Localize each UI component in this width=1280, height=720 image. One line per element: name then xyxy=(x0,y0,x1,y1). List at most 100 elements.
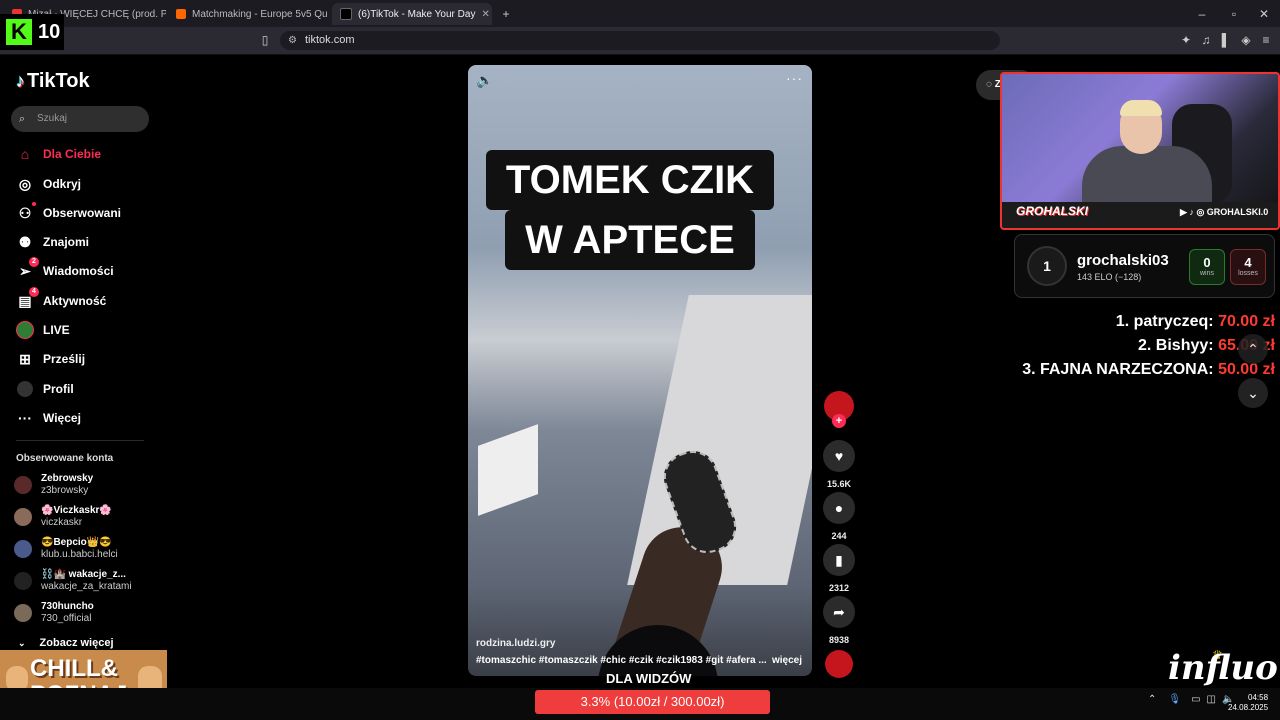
menu-icon[interactable]: ≡ xyxy=(1258,32,1274,48)
caption-line: W APTECE xyxy=(505,210,755,270)
nav-more[interactable]: ··· Więcej xyxy=(16,407,81,429)
new-tab-icon[interactable]: + xyxy=(498,6,514,22)
previous-video-button[interactable]: ⌃ xyxy=(1238,334,1268,364)
close-icon[interactable]: ✕ xyxy=(475,9,489,20)
search-icon: ⌕ xyxy=(19,113,26,125)
share-arrow-icon[interactable]: ➦ xyxy=(823,596,855,628)
faceit-icon xyxy=(176,9,186,19)
nav-live[interactable]: LIVE xyxy=(16,319,70,341)
chevron-down-icon: ⌄ xyxy=(1247,384,1259,401)
sidebar-divider xyxy=(16,440,144,441)
next-video-button[interactable]: ⌄ xyxy=(1238,378,1268,408)
losses-label: losses xyxy=(1238,270,1258,277)
account-handle: z3browsky xyxy=(41,485,89,496)
followed-account[interactable]: 730huncho 730_official xyxy=(14,599,94,627)
streamer-logo: GROHALSKI xyxy=(1016,204,1088,218)
followed-account[interactable]: 😎Bepcio👑😎 klub.u.babci.helci xyxy=(14,535,118,563)
site-info-icon[interactable]: ⚙ xyxy=(288,31,297,50)
nav-for-you[interactable]: ⌂ Dla Ciebie xyxy=(16,143,101,165)
social-handle: GROHALSKI.0 xyxy=(1206,207,1269,217)
like-count: 15.6K xyxy=(826,479,852,489)
nav-friends[interactable]: ⚉ Znajomi xyxy=(16,231,89,253)
bookmark-icon[interactable]: ▮ xyxy=(823,544,855,576)
browser-tab[interactable]: Matchmaking - Europe 5v5 Queue - xyxy=(168,3,328,25)
account-handle: klub.u.babci.helci xyxy=(41,549,118,560)
nav-upload[interactable]: ⊞ Prześlij xyxy=(16,348,85,370)
follow-button[interactable]: + xyxy=(832,414,846,428)
donor-row: 1. patryczeq: 70.00 zł xyxy=(990,310,1275,334)
video-scene xyxy=(478,424,538,516)
heart-icon[interactable]: ♥ xyxy=(823,440,855,472)
instagram-icon: ◎ xyxy=(1196,207,1207,217)
tab-label: (6)TikTok - Make Your Day xyxy=(358,8,476,20)
sidebar-icon[interactable]: ▌ xyxy=(1218,32,1234,48)
followed-account[interactable]: 🌸Viczkaskr🌸 viczkaskr xyxy=(14,503,112,531)
browser-tab-bar: Mizał - WIĘCEJ CHCĘ (prod. Premix) Match… xyxy=(0,0,1280,27)
nav-label: Więcej xyxy=(43,411,81,425)
donation-goal-bar: 3.3% (10.00zł / 300.00zł) xyxy=(535,690,770,714)
donor-name: 3. FAJNA NARZECZONA: xyxy=(1022,361,1214,378)
system-clock[interactable]: 04:58 24.08.2025 xyxy=(1228,693,1268,713)
top-donors-list: 1. patryczeq: 70.00 zł 2. Bishyy: 65.00 … xyxy=(990,310,1275,382)
avatar xyxy=(14,476,32,494)
video-hashtags[interactable]: #tomaszchic #tomaszczik #chic #czik #czi… xyxy=(476,655,767,666)
donor-amount: 50.00 zł xyxy=(1218,361,1275,378)
chevron-up-icon[interactable]: ⌃ xyxy=(1148,694,1156,705)
search-placeholder: Szukaj xyxy=(37,113,68,124)
more-icon: ··· xyxy=(18,410,32,426)
nav-activity[interactable]: ▤ 4 Aktywność xyxy=(16,287,106,312)
followed-accounts-title: Obserwowane konta xyxy=(16,453,114,464)
tiktok-logo[interactable]: ♪ TikTok xyxy=(16,70,90,93)
player-name: grochalski03 xyxy=(1077,252,1169,269)
kick-logo-icon: K xyxy=(6,19,32,45)
followed-account[interactable]: ⛓️🏰 wakacje_z... wakacje_za_kratami xyxy=(14,567,132,595)
overlay-line: CHILL& xyxy=(30,655,118,682)
nav-label: Znajomi xyxy=(43,235,90,249)
share-action[interactable]: ➦ 8938 xyxy=(822,596,856,645)
network-icon[interactable]: ◫ xyxy=(1207,694,1216,705)
friends-icon: ⚉ xyxy=(18,233,32,250)
expand-description-button[interactable]: więcej xyxy=(772,655,802,666)
close-window-icon[interactable]: ✕ xyxy=(1256,6,1272,22)
monitor-icon[interactable]: ▭ xyxy=(1191,694,1200,705)
nav-label: Obserwowani xyxy=(43,206,122,220)
faceit-elo-widget: 1 grochalski03 143 ELO (−128) 0 wins 4 l… xyxy=(1014,234,1275,298)
save-action[interactable]: ▮ 2312 xyxy=(822,544,856,593)
upload-icon: ⊞ xyxy=(19,350,31,367)
extensions-icon[interactable]: ✦ xyxy=(1178,32,1194,48)
inbox-icon: ▤ 4 xyxy=(16,287,39,310)
tab-label: Matchmaking - Europe 5v5 Queue - xyxy=(192,8,328,20)
home-icon: ⌂ xyxy=(20,146,30,162)
see-more-button[interactable]: ⌄ Zobacz więcej xyxy=(18,637,114,649)
music-disc-icon[interactable] xyxy=(825,650,853,678)
minimize-icon[interactable]: – xyxy=(1194,6,1210,22)
comment-action[interactable]: ● 244 xyxy=(822,492,856,541)
more-options-icon[interactable]: ··· xyxy=(786,70,803,86)
donor-name: 1. patryczeq: xyxy=(1115,313,1214,330)
microphone-icon[interactable]: 🎙 xyxy=(1168,694,1181,705)
nav-profile[interactable]: Profil xyxy=(16,378,74,400)
nav-label: LIVE xyxy=(43,323,70,337)
video-author[interactable]: rodzina.ludzi.gry xyxy=(476,638,555,649)
comment-count: 244 xyxy=(831,531,847,541)
volume-icon[interactable]: 🔈 xyxy=(476,72,493,89)
nav-explore[interactable]: ◎ Odkryj xyxy=(16,173,81,195)
vpn-icon[interactable]: ◈ xyxy=(1238,32,1254,48)
nav-messages[interactable]: ➢ 2 Wiadomości xyxy=(16,257,114,282)
nav-label: Profil xyxy=(43,382,74,396)
browser-tab-active[interactable]: (6)TikTok - Make Your Day ✕ xyxy=(332,3,492,25)
nav-following[interactable]: ⚇ Obserwowani xyxy=(16,202,121,224)
account-name: 😎Bepcio👑😎 xyxy=(41,537,112,548)
system-tray: ⌃ 🎙 ▭ ◫ 🔈 xyxy=(1148,694,1234,705)
maximize-icon[interactable]: ▫ xyxy=(1226,6,1242,22)
followed-account[interactable]: Zebrowsky z3browsky xyxy=(14,471,93,499)
comment-icon[interactable]: ● xyxy=(823,492,855,524)
account-handle: 730_official xyxy=(41,613,92,624)
search-input[interactable]: ⌕ Szukaj xyxy=(11,106,149,132)
like-action[interactable]: ♥ 15.6K xyxy=(822,440,856,489)
url-field[interactable]: ⚙ tiktok.com xyxy=(280,31,1000,50)
profile-icon xyxy=(16,380,34,398)
streamer-socials: ▶ ♪ ◎ GROHALSKI.0 xyxy=(1180,207,1268,218)
bookmark-icon[interactable]: ▯ xyxy=(257,32,273,48)
media-icon[interactable]: ♫ xyxy=(1198,32,1214,48)
